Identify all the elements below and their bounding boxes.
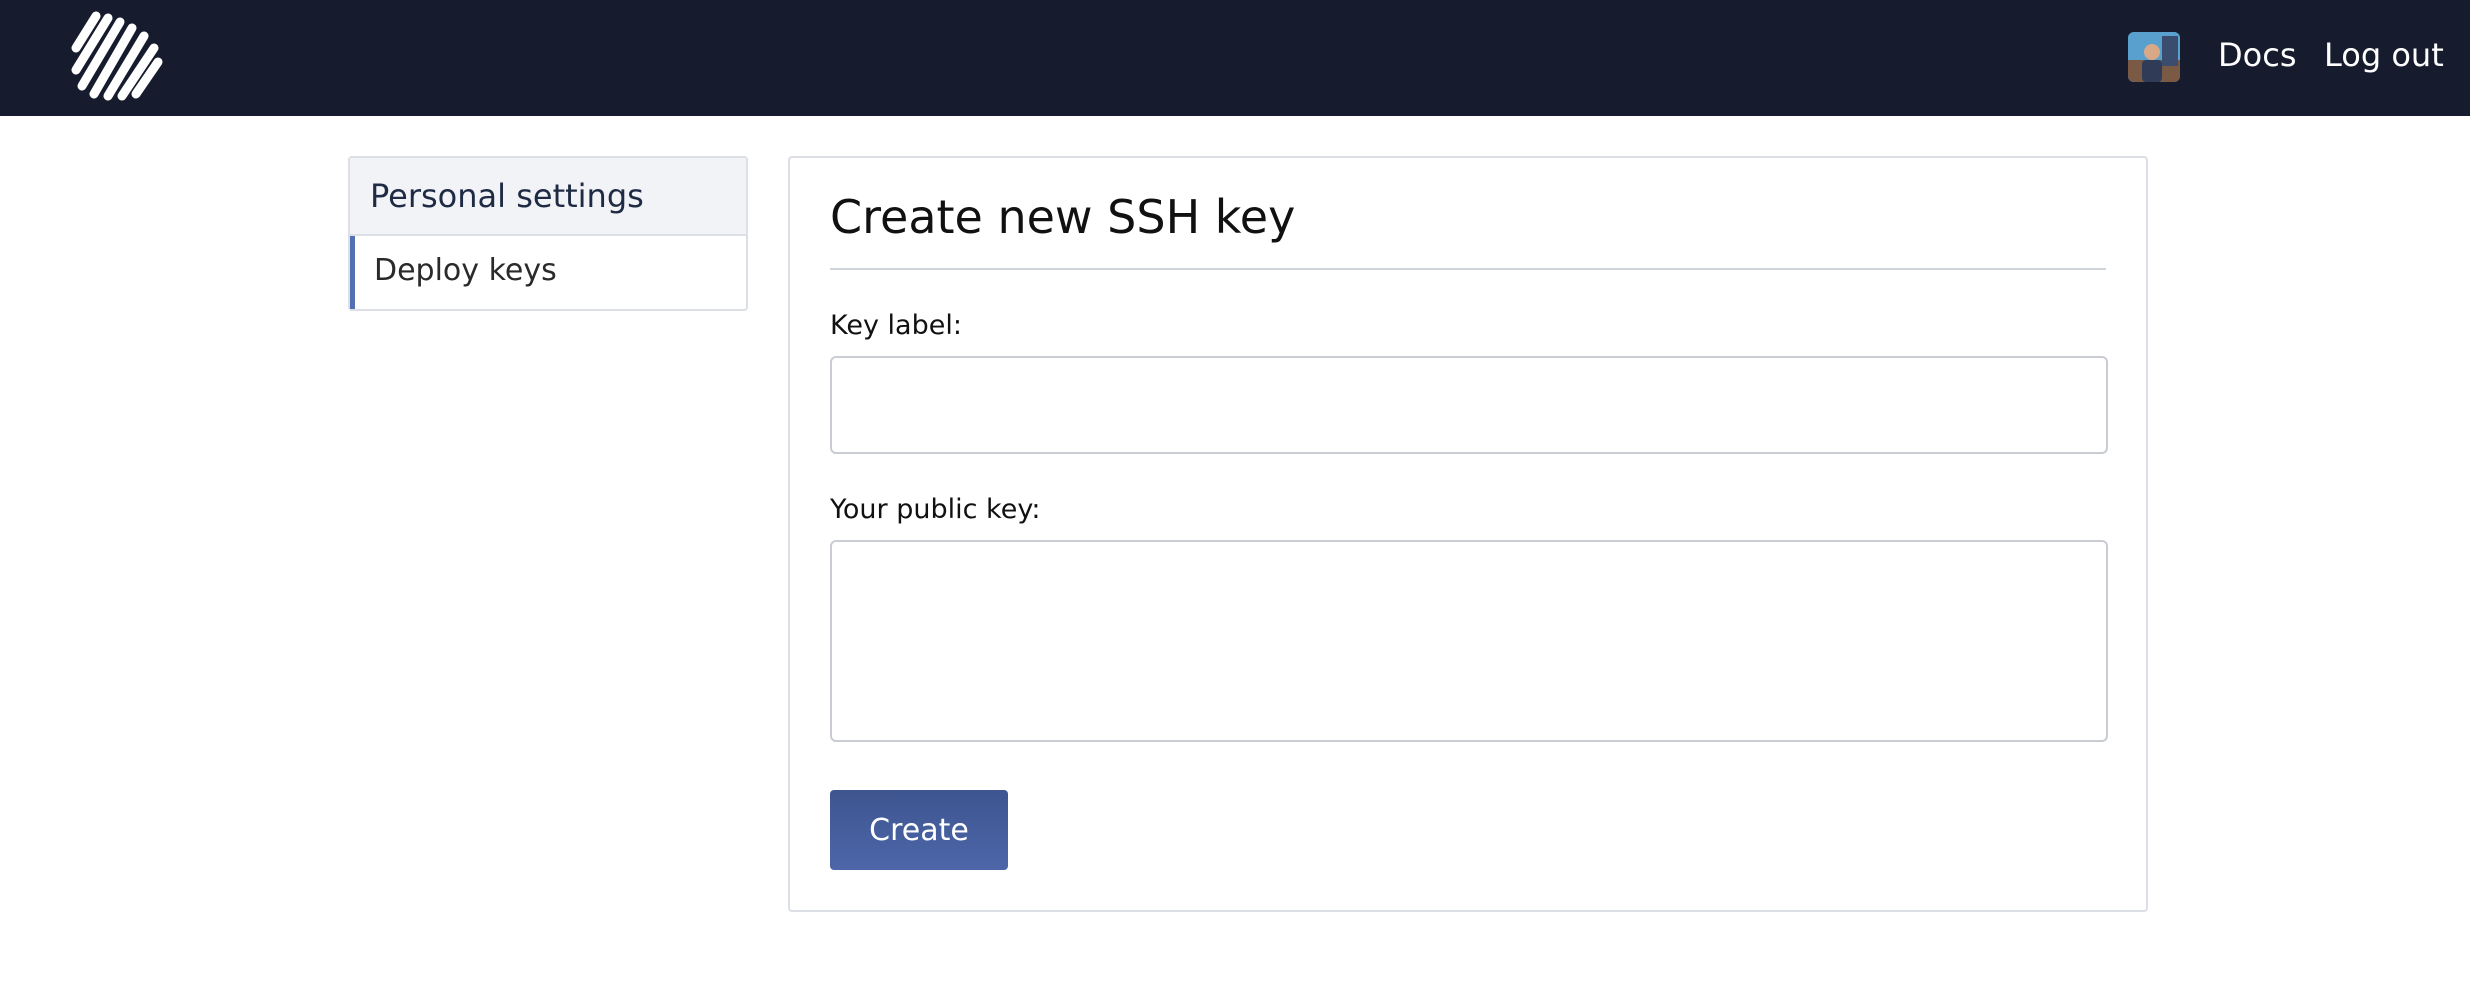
sidebar-heading: Personal settings — [350, 158, 746, 236]
avatar-photo-icon — [2128, 32, 2180, 82]
brand-logo-icon[interactable] — [68, 8, 166, 104]
user-avatar[interactable] — [2128, 32, 2180, 82]
title-divider — [830, 268, 2106, 270]
top-navbar: Docs Log out — [0, 0, 2470, 116]
settings-sidebar: Personal settings Deploy keys — [348, 156, 748, 311]
logout-link[interactable]: Log out — [2324, 30, 2444, 80]
public-key-textarea[interactable] — [830, 540, 2108, 742]
sidebar-item-deploy-keys[interactable]: Deploy keys — [350, 236, 746, 309]
create-ssh-key-card: Create new SSH key Key label: Your publi… — [788, 156, 2148, 912]
public-key-field-label: Your public key: — [830, 494, 1041, 525]
key-label-field-label: Key label: — [830, 310, 962, 341]
docs-link[interactable]: Docs — [2218, 30, 2296, 80]
page-title: Create new SSH key — [830, 190, 1296, 244]
key-label-input[interactable] — [830, 356, 2108, 454]
create-button[interactable]: Create — [830, 790, 1008, 870]
